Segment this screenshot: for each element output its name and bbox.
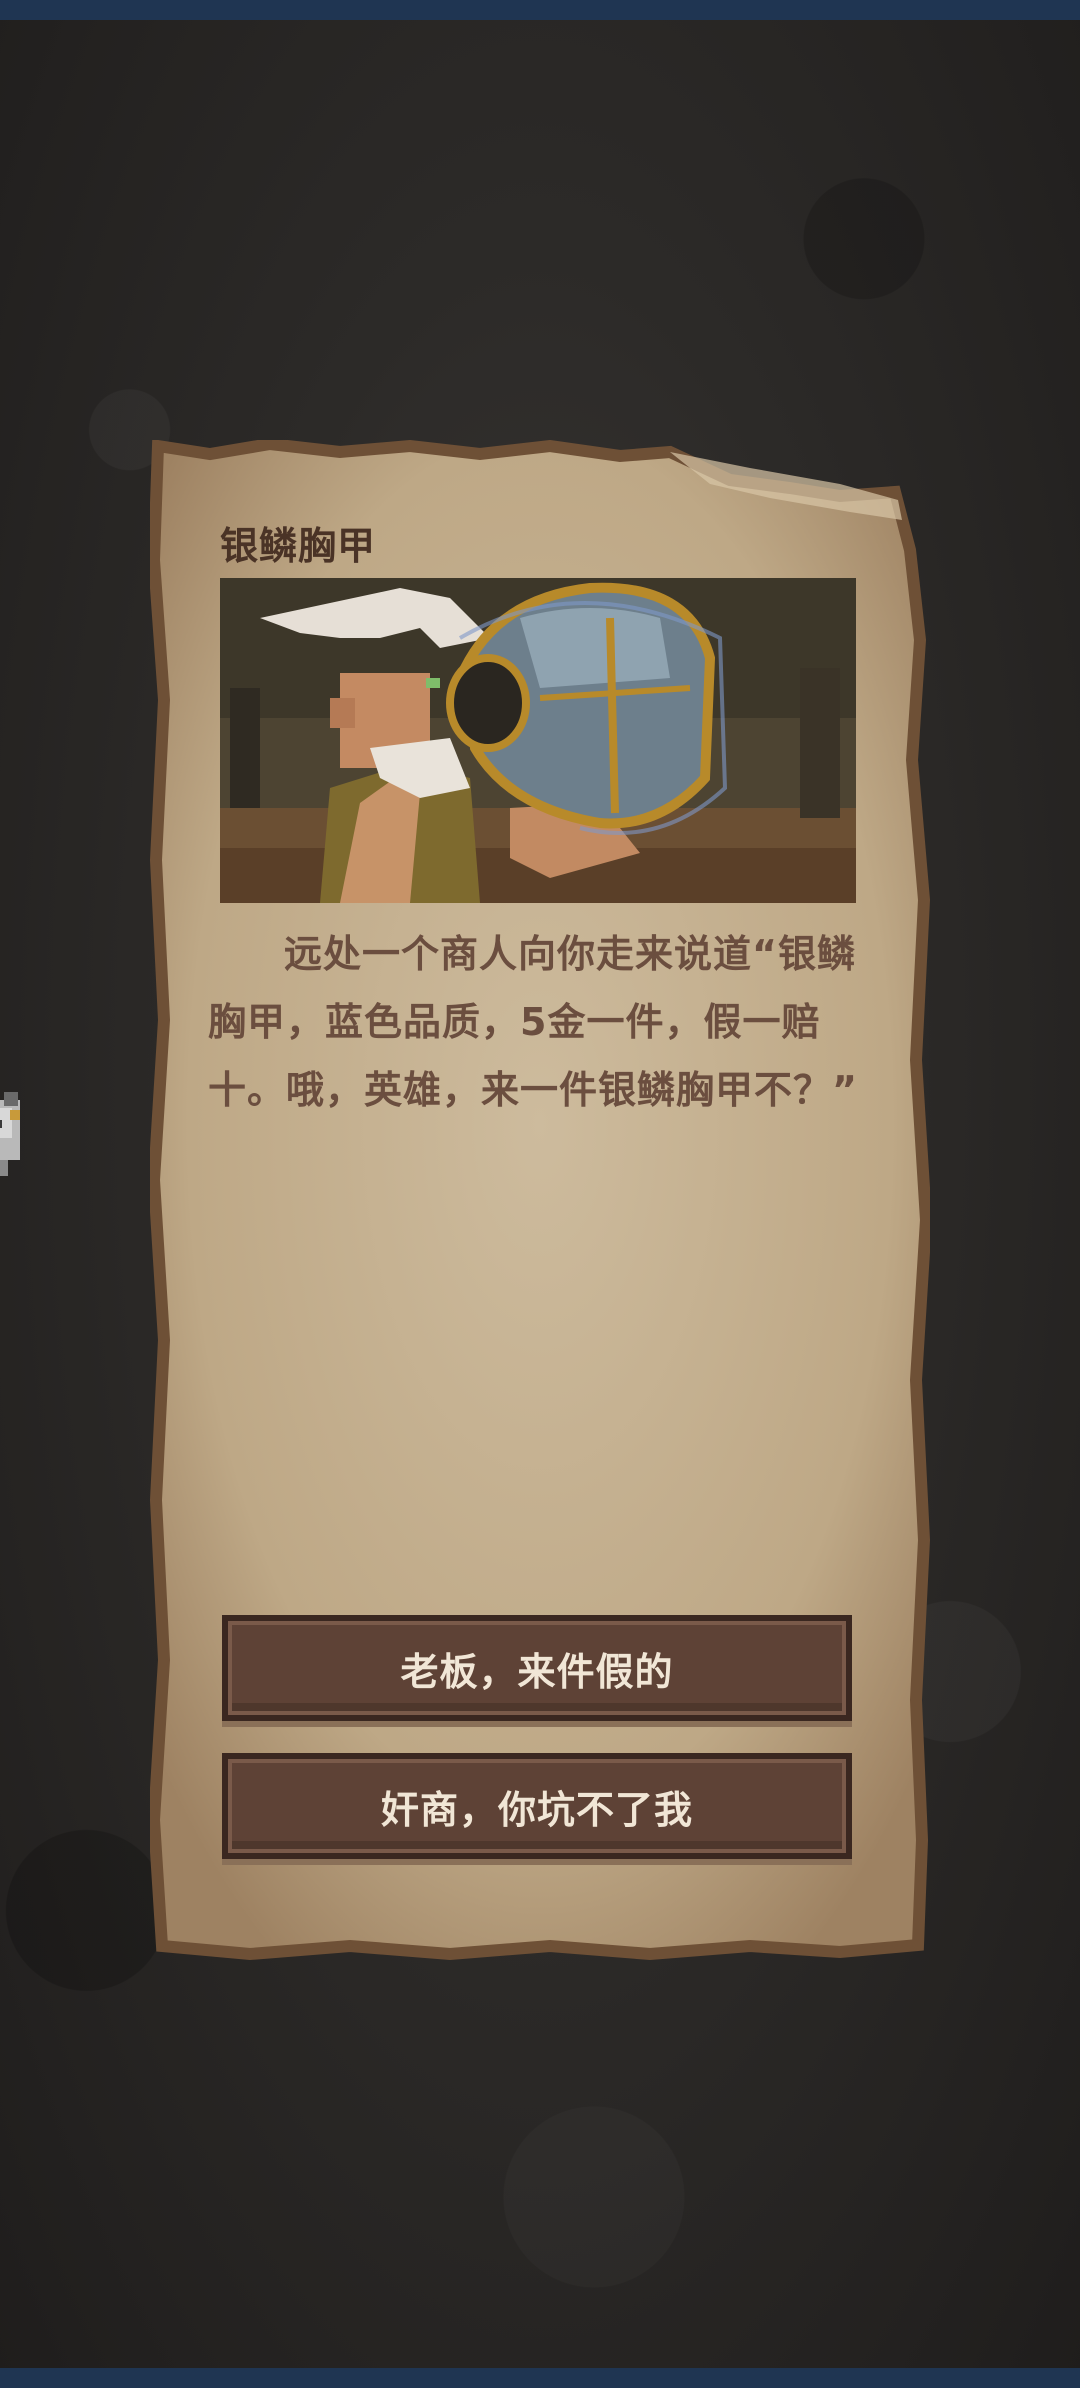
choice-button-fake[interactable]: 老板，来件假的: [222, 1615, 852, 1721]
status-bar-top: [0, 0, 1080, 20]
choice-label: 老板，来件假的: [400, 1649, 674, 1694]
game-screen: 银鳞胸甲 远处一个商人向你走来说道“银鳞胸甲，蓝色品质，5金一件，假一赔十。哦，…: [0, 0, 1080, 2388]
status-bar-bottom: [0, 2368, 1080, 2388]
choice-button-refuse[interactable]: 奸商，你坑不了我: [222, 1753, 852, 1859]
event-story-text: 远处一个商人向你走来说道“银鳞胸甲，蓝色品质，5金一件，假一赔十。哦，英雄，来一…: [208, 932, 858, 1112]
choice-label: 奸商，你坑不了我: [380, 1787, 693, 1832]
event-title: 银鳞胸甲: [220, 524, 377, 568]
event-card: 银鳞胸甲 远处一个商人向你走来说道“银鳞胸甲，蓝色品质，5金一件，假一赔十。哦，…: [150, 440, 930, 1960]
merchant-with-chestplate-icon: [220, 578, 856, 903]
side-character-icon: [0, 1092, 20, 1176]
